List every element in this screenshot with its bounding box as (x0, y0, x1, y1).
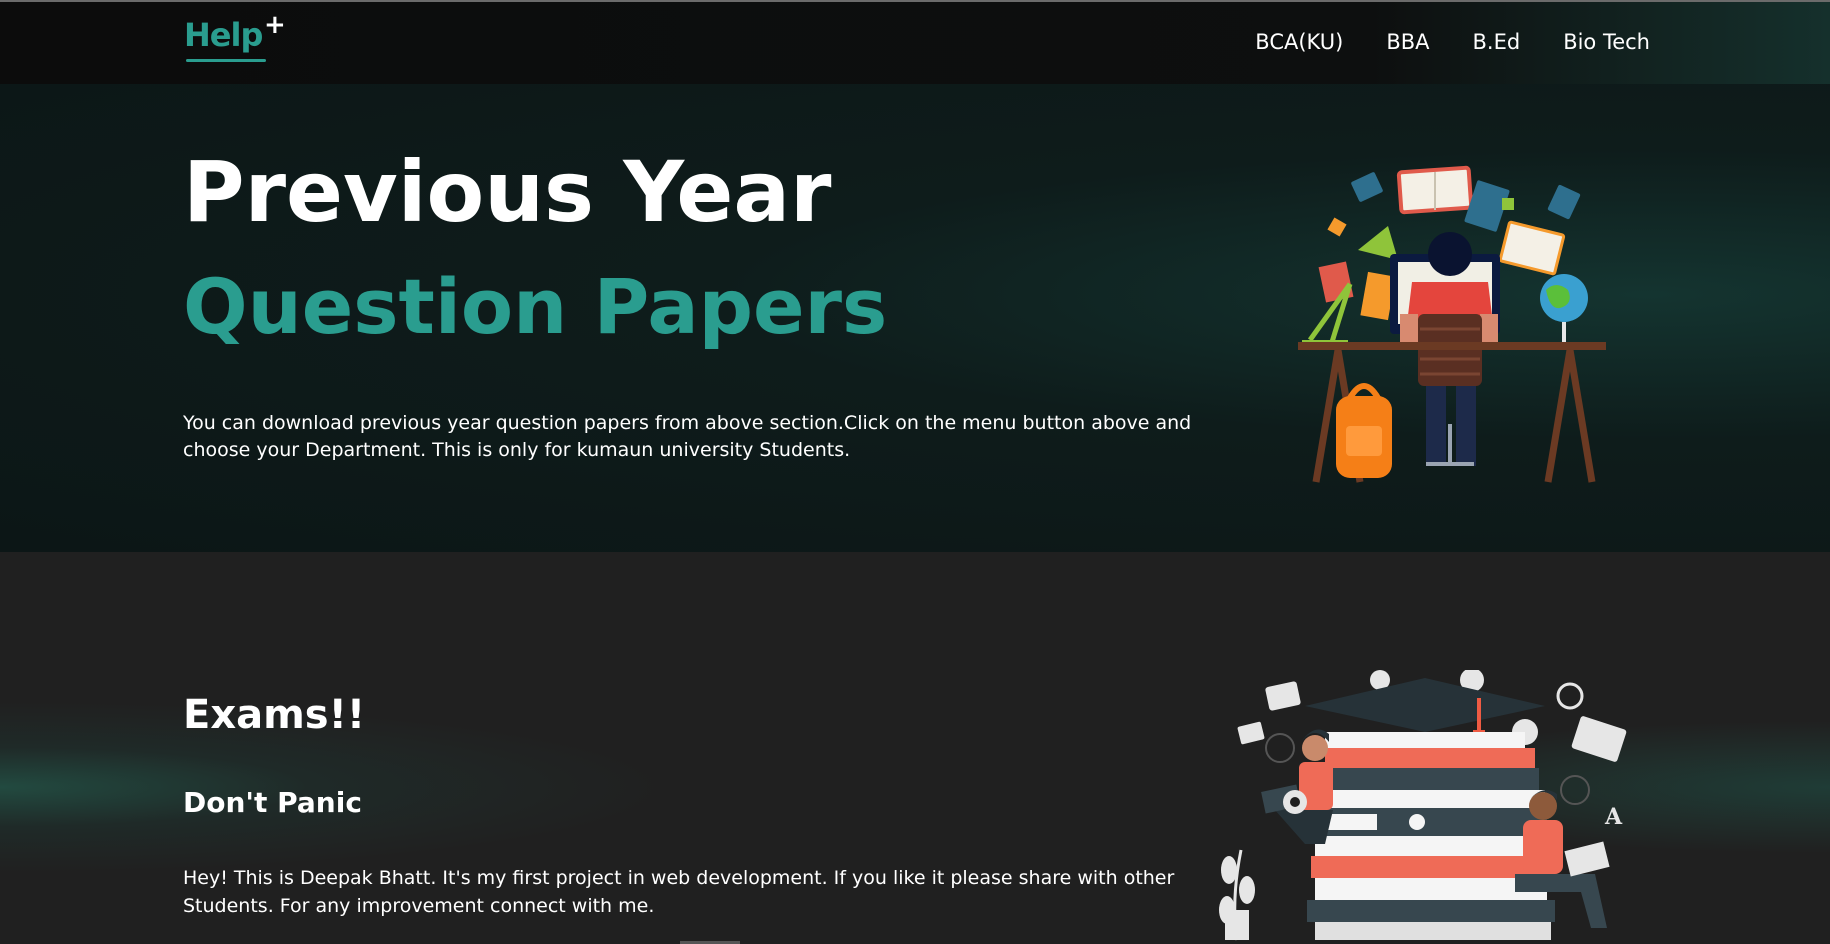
logo-underline (186, 59, 266, 62)
site-header: Help + BCA(KU) BBA B.Ed Bio Tech (0, 2, 1830, 84)
nav-link-bca[interactable]: BCA(KU) (1255, 30, 1343, 54)
logo-plus-icon: + (264, 10, 286, 40)
main-nav: BCA(KU) BBA B.Ed Bio Tech (1255, 30, 1650, 54)
about-description: Hey! This is Deepak Bhatt. It's my first… (183, 867, 1175, 917)
exam-books-illustration: A (1219, 670, 1627, 941)
nav-link-biotech[interactable]: Bio Tech (1563, 30, 1650, 54)
logo-text: Help (184, 16, 263, 54)
site-logo[interactable]: Help + (184, 10, 286, 64)
nav-link-bba[interactable]: BBA (1386, 30, 1429, 54)
exams-title: Exams!! (183, 692, 366, 738)
about-section: Exams!! Don't Panic Hey! This is Deepak … (0, 552, 1830, 944)
hero-subtitle: Question Papers (183, 262, 888, 351)
hero-title: Previous Year (183, 143, 832, 241)
nav-link-bed[interactable]: B.Ed (1473, 30, 1521, 54)
hero-description: You can download previous year question … (183, 412, 1192, 461)
hero-section: Previous Year Question Papers You can do… (0, 84, 1830, 552)
student-desk-illustration (1298, 165, 1606, 483)
panic-subtitle: Don't Panic (183, 786, 362, 819)
svg-text:A: A (1604, 804, 1623, 830)
